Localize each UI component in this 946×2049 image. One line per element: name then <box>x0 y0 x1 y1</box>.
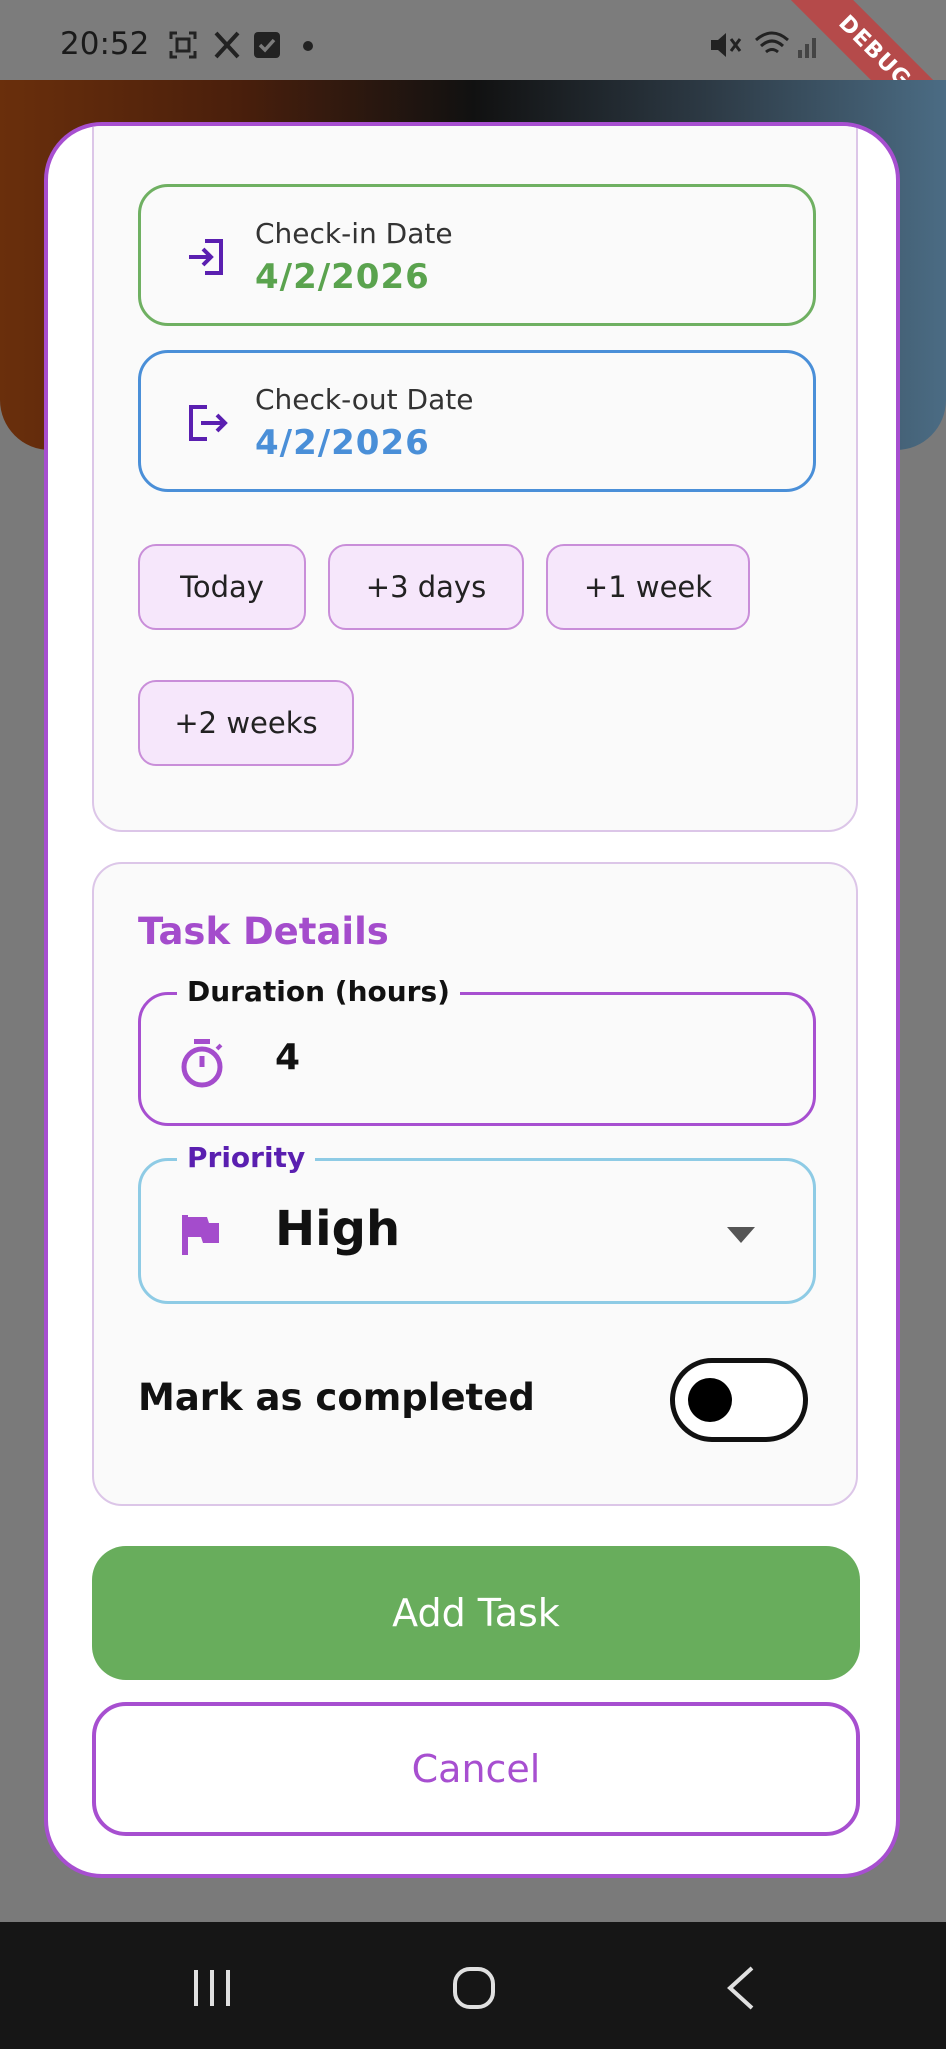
completed-toggle[interactable] <box>670 1358 808 1442</box>
timeline-section: Timeline Check-in Date 4/2/2026 Check-ou… <box>92 126 858 832</box>
signal-icon <box>798 38 816 58</box>
x-app-icon <box>214 31 240 59</box>
priority-selected-value: High <box>275 1201 401 1257</box>
check-in-value: 4/2/2026 <box>255 257 430 297</box>
check-out-date-picker[interactable]: Check-out Date 4/2/2026 <box>138 350 816 492</box>
back-icon[interactable] <box>726 1966 756 2010</box>
chip-plus-2-weeks[interactable]: +2 weeks <box>138 680 354 766</box>
dot-icon <box>303 41 313 51</box>
timer-icon <box>181 1039 223 1088</box>
chevron-down-icon <box>727 1227 755 1243</box>
chip-today[interactable]: Today <box>138 544 306 630</box>
priority-label: Priority <box>177 1141 316 1174</box>
recent-apps-icon[interactable] <box>190 1968 234 2008</box>
add-task-dialog: Timeline Check-in Date 4/2/2026 Check-ou… <box>44 122 900 1878</box>
mute-icon <box>711 33 742 57</box>
login-icon <box>189 239 223 275</box>
flag-icon <box>182 1215 219 1255</box>
duration-input: 4 <box>275 1037 301 1078</box>
logout-icon <box>189 405 228 441</box>
priority-dropdown[interactable]: Priority High <box>138 1141 816 1304</box>
section-title-task-details: Task Details <box>138 910 389 953</box>
add-task-button[interactable]: Add Task <box>92 1546 860 1680</box>
status-time: 20:52 <box>60 26 150 62</box>
chip-plus-1-week[interactable]: +1 week <box>546 544 750 630</box>
duration-field[interactable]: Duration (hours) 4 <box>138 975 816 1126</box>
check-out-value: 4/2/2026 <box>255 423 430 463</box>
cancel-button[interactable]: Cancel <box>92 1702 860 1836</box>
section-title-timeline: Timeline <box>138 126 316 133</box>
check-in-date-picker[interactable]: Check-in Date 4/2/2026 <box>138 184 816 326</box>
duration-label: Duration (hours) <box>177 975 460 1008</box>
navigation-bar <box>0 1922 946 2049</box>
check-out-label: Check-out Date <box>255 383 474 416</box>
check-in-label: Check-in Date <box>255 217 453 250</box>
chip-plus-3-days[interactable]: +3 days <box>328 544 524 630</box>
screenshot-icon <box>169 31 197 59</box>
checkbox-notification-icon <box>254 32 280 58</box>
task-details-section: Task Details Duration (hours) 4 Priority… <box>92 862 858 1506</box>
status-bar: 20:52 DEBUG <box>0 0 946 160</box>
wifi-icon <box>755 31 789 54</box>
toggle-knob <box>688 1378 732 1422</box>
completed-label: Mark as completed <box>138 1376 535 1419</box>
home-icon[interactable] <box>452 1966 496 2010</box>
